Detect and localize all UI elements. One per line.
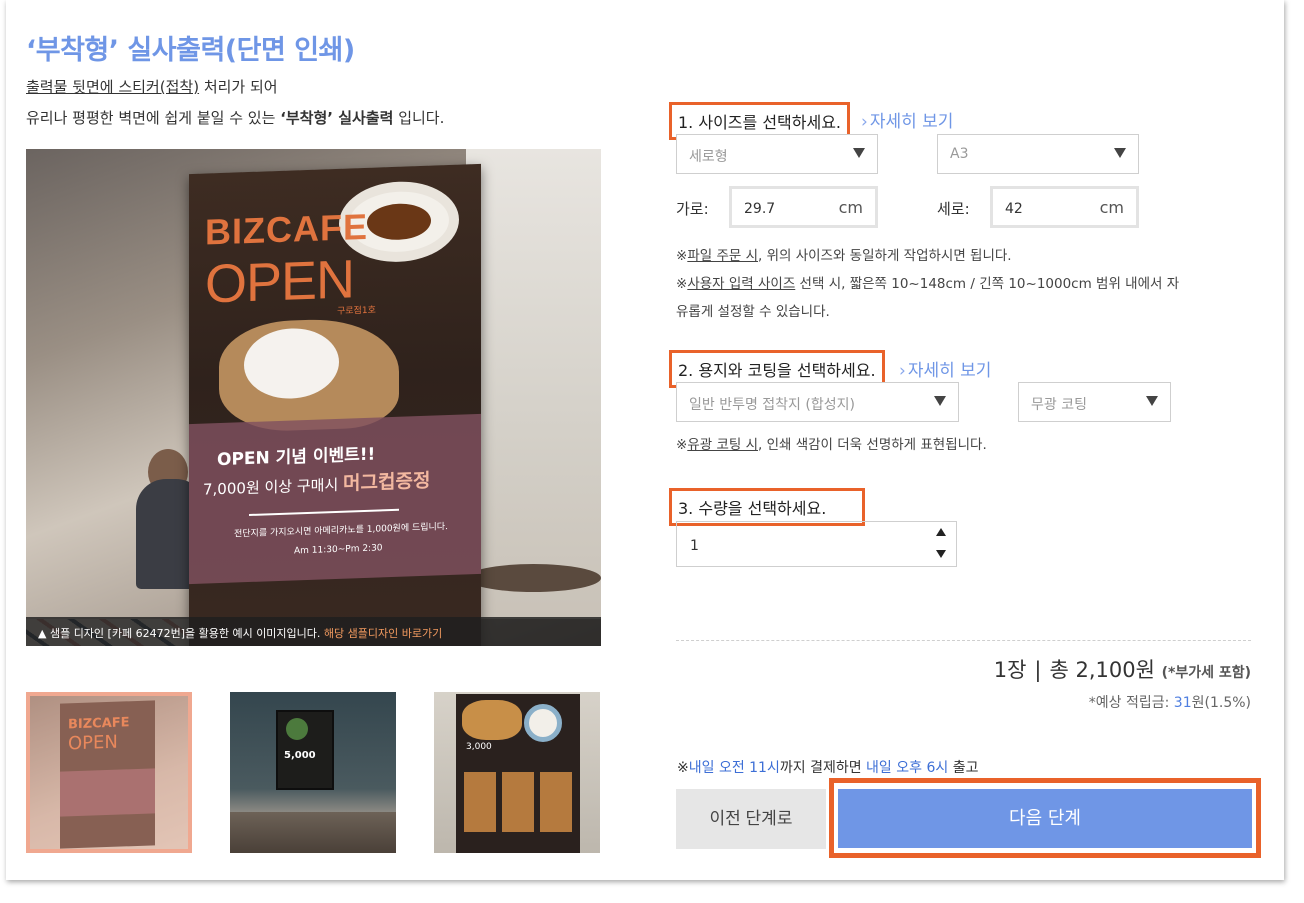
thumbnail-3-bread	[462, 700, 522, 740]
height-label: 세로:	[937, 200, 970, 218]
thumbnail-2-table	[230, 812, 396, 853]
summary-divider	[676, 640, 1251, 641]
summary-separator: |	[1034, 658, 1042, 682]
thumbnail-2-poster: 5,000	[276, 710, 334, 790]
next-step-button[interactable]: 다음 단계	[838, 789, 1252, 848]
size-note-2: ※사용자 입력 사이즈 선택 시, 짧은쪽 10~148cm / 긴쪽 10~1…	[676, 276, 1180, 292]
width-label: 가로:	[676, 200, 709, 218]
thumbnail-3[interactable]: 3,000	[434, 692, 600, 853]
size-details-link[interactable]: › 자세히 보기	[861, 107, 953, 132]
gloss-coating-note-link: 유광 코팅 시	[687, 437, 758, 453]
thumbnail-3-menu-grid	[464, 772, 572, 832]
poster-event-line-pre: 7,000원 이상 구매시	[203, 475, 344, 499]
custom-size-note-link: 사용자 입력 사이즈	[687, 276, 796, 292]
coating-note: ※유광 코팅 시, 인쇄 색감이 더욱 선명하게 표현됩니다.	[676, 437, 987, 453]
shipping-time: 내일 오후 6시	[866, 760, 949, 776]
main-preview-image: BIZCAFE OPEN 구로점1호 OPEN 기념 이벤트!! 7,000원 …	[26, 149, 601, 646]
paper-details-link-label: 자세히 보기	[907, 361, 992, 381]
cafe-poster: BIZCAFE OPEN 구로점1호 OPEN 기념 이벤트!! 7,000원 …	[189, 163, 481, 646]
thumbnail-1[interactable]: BIZCAFE OPEN	[26, 692, 192, 853]
thumbnail-2-food	[286, 718, 308, 740]
size-note-1: ※파일 주문 시, 위의 사이즈와 동일하게 작업하시면 됩니다.	[676, 248, 1012, 264]
thumbnail-2[interactable]: 5,000	[230, 692, 396, 853]
size-note-1-text: , 위의 사이즈와 동일하게 작업하시면 됩니다.	[758, 248, 1012, 264]
description-line-2-bold: ‘부착형’ 실사출력	[280, 109, 394, 127]
orientation-value: 세로형	[689, 149, 728, 165]
dropdown-arrow-icon	[853, 148, 865, 158]
caption-text: ▲ 샘플 디자인 [카페 62472번]을 활용한 예시 이미지입니다.	[38, 627, 324, 640]
decrement-arrow-icon[interactable]	[936, 550, 946, 558]
description-line-2: 유리나 평평한 벽면에 쉽게 붙일 수 있는 ‘부착형’ 실사출력 입니다.	[26, 107, 444, 128]
sheet-count: 1장	[993, 658, 1027, 682]
height-input[interactable]: 42 cm	[990, 186, 1139, 228]
previous-step-button[interactable]: 이전 단계로	[676, 789, 826, 849]
coating-select[interactable]: 무광 코팅	[1018, 382, 1171, 422]
orientation-select[interactable]: 세로형	[676, 134, 878, 174]
height-unit: cm	[1099, 198, 1124, 217]
delivery-suffix: 출고	[948, 760, 979, 776]
sample-design-link[interactable]: 해당 샘플디자인 바로가기	[324, 627, 442, 640]
chevron-right-icon: ›	[861, 112, 868, 132]
points-suffix: 원(1.5%)	[1191, 695, 1251, 711]
paper-size-select[interactable]: A3	[937, 134, 1139, 174]
dropdown-arrow-icon	[934, 396, 946, 406]
price-summary: 1장 | 총 2,100원 (*부가세 포함)	[994, 654, 1251, 684]
description-line-2-pre: 유리나 평평한 벽면에 쉽게 붙일 수 있는	[26, 109, 281, 127]
expected-points: *예상 적립금: 31원(1.5%)	[1089, 692, 1251, 712]
description-line-2-post: 입니다.	[393, 109, 445, 127]
coating-value: 무광 코팅	[1031, 397, 1087, 413]
quantity-stepper[interactable]: 1	[676, 521, 957, 567]
thumbnail-3-price: 3,000	[466, 742, 492, 752]
delivery-mid: 까지 결제하면	[779, 760, 867, 776]
file-order-note-link: 파일 주문 시	[687, 248, 758, 264]
points-label: *예상 적립금:	[1088, 695, 1174, 711]
width-unit: cm	[838, 198, 863, 217]
chevron-right-icon: ›	[899, 361, 906, 381]
total-price: 총 2,100원	[1049, 658, 1155, 682]
paper-size-value: A3	[950, 146, 969, 162]
cafe-table	[466, 564, 601, 592]
dropdown-arrow-icon	[1114, 148, 1126, 158]
delivery-prefix: ※	[677, 760, 689, 776]
poster-open: OPEN	[205, 249, 355, 315]
paper-details-link[interactable]: › 자세히 보기	[899, 356, 991, 381]
thumbnail-2-price: 5,000	[284, 750, 316, 761]
paper-type-value: 일반 반투명 접착지 (합성지)	[689, 397, 855, 413]
height-value: 42	[1005, 201, 1023, 217]
delivery-notice: ※내일 오전 11시까지 결제하면 내일 오후 6시 출고	[677, 757, 978, 777]
size-notes: ※파일 주문 시, 위의 사이즈와 동일하게 작업하시면 됩니다. ※사용자 입…	[676, 242, 1256, 326]
poster-brand: BIZCAFE	[205, 205, 368, 253]
dropdown-arrow-icon	[1146, 396, 1158, 406]
thumbnail-1-selected-overlay	[30, 696, 188, 849]
points-value: 31	[1173, 695, 1192, 711]
increment-arrow-icon[interactable]	[936, 528, 946, 536]
sticker-underline-text: 출력물 뒷면에 스티커(접착)	[26, 78, 200, 96]
next-step-highlight: 다음 단계	[829, 778, 1261, 858]
poster-branch: 구로점1호	[337, 305, 376, 317]
description-line-1-rest: 처리가 되어	[199, 78, 278, 96]
size-note-3: 유롭게 설정할 수 있습니다.	[676, 304, 830, 320]
poster-event-highlight: 머그컵증정	[343, 469, 431, 495]
payment-deadline: 내일 오전 11시	[688, 760, 780, 776]
coating-note-text: , 인쇄 색감이 더욱 선명하게 표현됩니다.	[758, 437, 987, 453]
size-note-2-text: 선택 시, 짧은쪽 10~148cm / 긴쪽 10~1000cm 범위 내에서…	[795, 276, 1180, 292]
width-input[interactable]: 29.7 cm	[729, 186, 878, 228]
vat-note: (*부가세 포함)	[1161, 665, 1251, 681]
thumbnail-3-cup	[524, 704, 562, 742]
image-caption: ▲ 샘플 디자인 [카페 62472번]을 활용한 예시 이미지입니다. 해당 …	[26, 617, 601, 646]
description-line-1: 출력물 뒷면에 스티커(접착) 처리가 되어	[26, 76, 278, 97]
paper-type-select[interactable]: 일반 반투명 접착지 (합성지)	[676, 382, 959, 422]
quantity-value: 1	[690, 538, 699, 554]
size-details-link-label: 자세히 보기	[869, 112, 954, 132]
page-title: ‘부착형’ 실사출력(단면 인쇄)	[26, 35, 355, 66]
window-light	[466, 149, 601, 619]
width-value: 29.7	[744, 201, 776, 217]
